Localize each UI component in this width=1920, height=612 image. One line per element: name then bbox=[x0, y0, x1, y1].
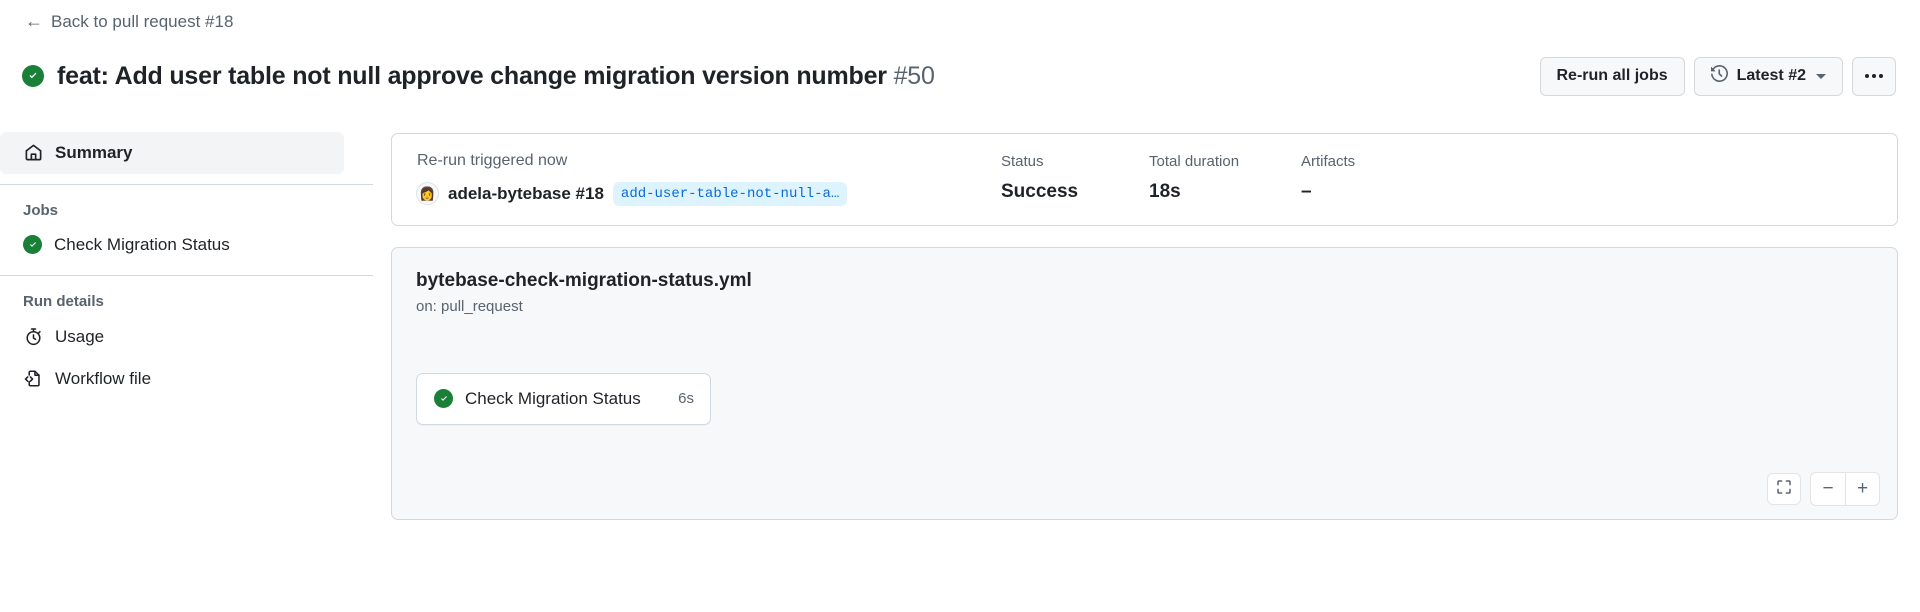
sidebar-item-workflow-file-label: Workflow file bbox=[55, 368, 152, 388]
header-actions: Re-run all jobs Latest #2 bbox=[1539, 56, 1896, 96]
page-title: feat: Add user table not null approve ch… bbox=[57, 62, 935, 91]
workflow-graph-card: bytebase-check-migration-status.yml on: … bbox=[391, 246, 1898, 520]
actor-name[interactable]: adela-bytebase #18 bbox=[448, 184, 604, 204]
stat-duration-value: 18s bbox=[1149, 180, 1181, 202]
stat-status-value: Success bbox=[1001, 180, 1079, 202]
stat-artifacts-label: Artifacts bbox=[1301, 152, 1356, 170]
sidebar-item-usage-label: Usage bbox=[55, 326, 105, 346]
stat-duration-label: Total duration bbox=[1149, 152, 1240, 170]
trigger-text: Re-run triggered now bbox=[417, 151, 568, 169]
stat-status: Status Success bbox=[1001, 151, 1149, 203]
file-code-icon bbox=[23, 369, 43, 389]
graph-zoom-controls: − + bbox=[1767, 471, 1880, 506]
chevron-down-icon bbox=[1816, 73, 1826, 79]
workflow-trigger: on: pull_request bbox=[416, 297, 523, 315]
home-icon bbox=[23, 143, 43, 163]
back-to-pull-request-link[interactable]: ← Back to pull request #18 bbox=[25, 10, 233, 34]
branch-badge[interactable]: add-user-table-not-null-a… bbox=[612, 181, 848, 206]
stat-status-label: Status bbox=[1001, 152, 1044, 170]
run-summary-card: Re-run triggered now 👩 adela-bytebase #1… bbox=[391, 132, 1898, 226]
check-circle-icon bbox=[434, 389, 453, 408]
stat-artifacts: Artifacts – bbox=[1301, 151, 1355, 203]
stat-total-duration: Total duration 18s bbox=[1149, 151, 1301, 203]
workflow-job-node-duration: 6s bbox=[678, 390, 694, 407]
title-row: feat: Add user table not null approve ch… bbox=[22, 45, 1898, 122]
check-circle-icon bbox=[23, 235, 42, 254]
sidebar-item-summary-label: Summary bbox=[55, 142, 133, 162]
stat-artifacts-value: – bbox=[1301, 180, 1312, 202]
run-number: #50 bbox=[893, 61, 935, 90]
sidebar-job-label: Check Migration Status bbox=[54, 234, 230, 254]
attempt-selector-button[interactable]: Latest #2 bbox=[1693, 56, 1843, 96]
arrow-left-icon: ← bbox=[25, 11, 43, 31]
sidebar-jobs-heading: Jobs bbox=[23, 201, 59, 219]
zoom-button-group: − + bbox=[1810, 471, 1880, 506]
stopwatch-icon bbox=[23, 327, 43, 347]
page-header: ← Back to pull request #18 feat: Add use… bbox=[0, 0, 1920, 122]
sidebar-item-workflow-file[interactable]: Workflow file bbox=[0, 358, 344, 400]
back-link-label: Back to pull request #18 bbox=[51, 12, 234, 31]
workflow-file-name: bytebase-check-migration-status.yml bbox=[416, 269, 752, 291]
attempt-selector-label: Latest #2 bbox=[1736, 67, 1806, 85]
sidebar-item-summary[interactable]: Summary bbox=[0, 131, 344, 174]
page-body: Summary Jobs Check Migration Status Run … bbox=[0, 122, 1920, 612]
fit-screen-icon bbox=[1776, 479, 1792, 498]
sidebar-run-details-heading: Run details bbox=[23, 292, 104, 310]
zoom-in-button[interactable]: + bbox=[1845, 472, 1879, 505]
sidebar: Summary Jobs Check Migration Status Run … bbox=[0, 122, 373, 400]
re-run-all-jobs-button[interactable]: Re-run all jobs bbox=[1539, 56, 1685, 96]
more-options-button[interactable] bbox=[1852, 56, 1896, 96]
sidebar-job-check-migration-status[interactable]: Check Migration Status bbox=[0, 225, 344, 265]
fit-to-screen-button[interactable] bbox=[1767, 472, 1801, 505]
kebab-horizontal-icon bbox=[1865, 74, 1883, 79]
workflow-job-node[interactable]: Check Migration Status 6s bbox=[416, 372, 711, 425]
history-clock-icon bbox=[1710, 65, 1728, 87]
workflow-job-node-label: Check Migration Status bbox=[465, 388, 641, 408]
avatar: 👩 bbox=[416, 182, 439, 205]
actor-row: 👩 adela-bytebase #18 add-user-table-not-… bbox=[416, 181, 1001, 206]
main-content: Re-run triggered now 👩 adela-bytebase #1… bbox=[373, 122, 1920, 520]
zoom-out-button[interactable]: − bbox=[1811, 473, 1845, 505]
run-summary-left: Re-run triggered now 👩 adela-bytebase #1… bbox=[416, 151, 1001, 206]
workflow-graph-header: bytebase-check-migration-status.yml on: … bbox=[392, 248, 1897, 317]
title-block: feat: Add user table not null approve ch… bbox=[22, 45, 1540, 108]
page-title-text: feat: Add user table not null approve ch… bbox=[57, 61, 887, 90]
check-circle-icon bbox=[22, 65, 44, 88]
sidebar-item-usage[interactable]: Usage bbox=[0, 316, 344, 358]
